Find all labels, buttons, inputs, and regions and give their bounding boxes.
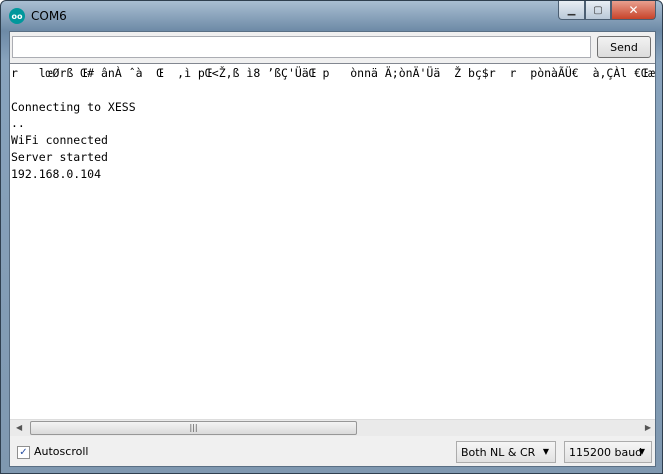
scroll-left-icon[interactable]: ◀	[16, 423, 22, 432]
output-line: Connecting to XESS	[11, 99, 136, 114]
chevron-down-icon: ▼	[542, 447, 549, 456]
line-ending-select[interactable]: Both NL & CR ▼	[456, 441, 556, 463]
maximize-button[interactable]: ▢	[585, 1, 611, 20]
scroll-right-icon[interactable]: ▶	[645, 423, 651, 432]
baud-rate-value: 115200 baud	[569, 446, 643, 459]
scrollbar-thumb[interactable]: |||	[30, 421, 357, 435]
title-bar: oo COM6	[9, 6, 67, 26]
arduino-logo-icon: oo	[9, 8, 25, 24]
output-line: ..	[11, 116, 25, 131]
horizontal-scrollbar[interactable]: ◀ ||| ▶	[10, 419, 655, 436]
output-line: WiFi connected	[11, 133, 108, 148]
line-ending-value: Both NL & CR	[461, 446, 536, 459]
serial-monitor: Send r lœØrß Œ# ânÀ ˆà Œ ,ì pŒ<Ž,ß ì8 ʼß…	[9, 31, 656, 467]
autoscroll-checkbox[interactable]: ✓	[17, 446, 30, 459]
close-button[interactable]: ✕	[611, 1, 656, 20]
autoscroll-label: Autoscroll	[34, 445, 89, 458]
baud-rate-select[interactable]: 115200 baud ▼	[564, 441, 652, 463]
output-line: Server started	[11, 149, 108, 164]
serial-output: r lœØrß Œ# ânÀ ˆà Œ ,ì pŒ<Ž,ß ì8 ʼßÇ'ÜäŒ…	[10, 63, 655, 419]
window-frame: oo COM6 ▁ ▢ ✕ Send r lœØrß Œ# ânÀ ˆà Œ ,…	[0, 0, 663, 474]
send-button[interactable]: Send	[597, 36, 651, 58]
bottom-bar: ✓ Autoscroll Both NL & CR ▼ 115200 baud …	[10, 437, 655, 466]
chevron-down-icon: ▼	[638, 447, 645, 456]
window-title: COM6	[31, 9, 67, 23]
send-input[interactable]	[12, 36, 591, 58]
output-line: 192.168.0.104	[11, 166, 102, 181]
output-line: r lœØrß Œ# ânÀ ˆà Œ ,ì pŒ<Ž,ß ì8 ʼßÇ'ÜäŒ…	[11, 66, 655, 80]
minimize-button[interactable]: ▁	[558, 1, 585, 20]
